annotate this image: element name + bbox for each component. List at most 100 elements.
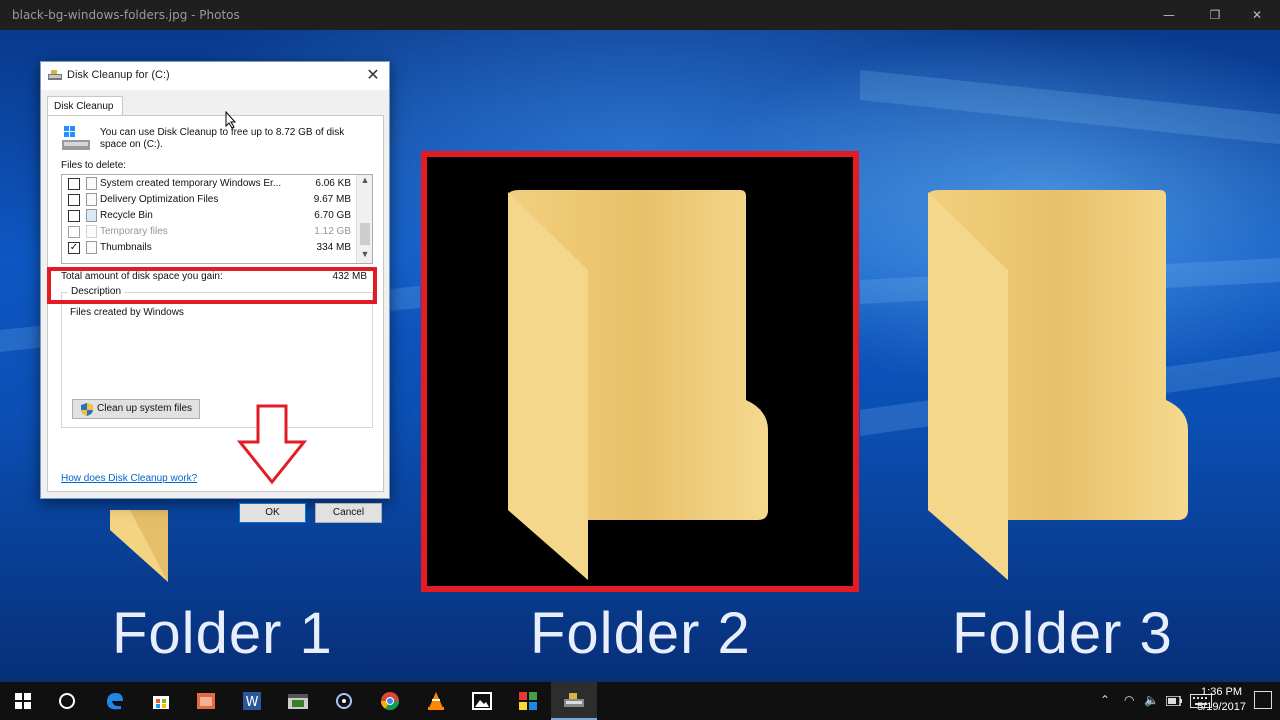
battery-icon[interactable] (1166, 696, 1182, 706)
drive-icon (62, 126, 90, 150)
description-text: Files created by Windows (70, 307, 184, 318)
list-item[interactable]: Recycle Bin 6.70 GB (62, 208, 357, 224)
volume-icon[interactable]: 🔈 (1144, 693, 1159, 707)
taskbar-store[interactable] (138, 682, 184, 720)
folder-3-label: Folder 3 (952, 601, 1173, 666)
file-size: 6.70 GB (314, 210, 351, 221)
mouse-cursor-icon (225, 111, 237, 129)
file-name: Temporary files (100, 226, 168, 237)
description-group: Description Files created by Windows Cle… (61, 286, 373, 428)
scroll-up-icon[interactable]: ▲ (357, 175, 372, 189)
folder-2-label: Folder 2 (530, 601, 751, 666)
recycle-bin-icon (86, 209, 97, 222)
folder-3-icon (928, 190, 1188, 580)
file-size: 6.06 KB (315, 178, 351, 189)
taskbar-edge[interactable] (92, 682, 138, 720)
cortana-button[interactable] (44, 682, 90, 720)
dialog-close-button[interactable]: ✕ (363, 66, 383, 86)
windows-start-icon (15, 693, 31, 709)
clock-time: 1:36 PM (1201, 686, 1243, 698)
close-button[interactable]: ✕ (1234, 0, 1280, 30)
file-name: System created temporary Windows Er... (100, 178, 282, 189)
file-icon (86, 177, 97, 190)
file-name: Recycle Bin (100, 210, 153, 221)
checkbox-checked[interactable]: ✓ (68, 242, 80, 254)
taskbar-network-app[interactable] (321, 682, 367, 720)
taskbar-photos[interactable] (459, 682, 505, 720)
maximize-button[interactable]: ❐ (1192, 0, 1238, 30)
tiles-app-icon (519, 692, 537, 710)
folder-1-label: Folder 1 (112, 601, 333, 666)
taskbar-calendar-app[interactable] (183, 682, 229, 720)
calendar-app-icon (197, 693, 215, 709)
file-size: 9.67 MB (313, 194, 351, 205)
shield-icon (81, 403, 93, 416)
scrollbar[interactable]: ▲ ▼ (356, 175, 372, 263)
down-arrow-icon (236, 404, 308, 485)
checkbox[interactable] (68, 194, 80, 206)
store-icon (153, 696, 169, 709)
close-icon: ✕ (1251, 8, 1263, 22)
list-item[interactable]: ✓ Thumbnails 334 MB (62, 240, 357, 256)
disk-cleanup-icon (564, 693, 584, 707)
cortana-icon (59, 693, 75, 709)
vlc-icon (428, 692, 444, 710)
chrome-icon (381, 692, 399, 711)
list-item[interactable]: Temporary files 1.12 GB (62, 224, 357, 240)
file-size: 334 MB (316, 242, 351, 253)
taskbar-video-editor[interactable] (275, 682, 321, 720)
file-icon (86, 193, 97, 206)
photos-icon (472, 692, 492, 710)
window-title: black-bg-windows-folders.jpg - Photos (12, 8, 240, 22)
show-hidden-icons-icon[interactable]: ⌃ (1100, 693, 1110, 707)
file-name: Thumbnails (100, 242, 152, 253)
word-icon: W (243, 692, 261, 710)
file-size: 1.12 GB (314, 226, 351, 237)
checkbox[interactable] (68, 226, 80, 238)
help-link[interactable]: How does Disk Cleanup work? (61, 473, 197, 484)
highlight-box-thumbnails (47, 267, 377, 304)
taskbar-disk-cleanup[interactable] (551, 682, 597, 720)
taskbar-vlc[interactable] (413, 682, 459, 720)
file-icon (86, 241, 97, 254)
files-list[interactable]: System created temporary Windows Er... 6… (61, 174, 373, 264)
start-button[interactable] (0, 682, 46, 720)
folder-2-icon (508, 190, 768, 580)
clean-up-system-files-button[interactable]: Clean up system files (72, 399, 200, 419)
cancel-button[interactable]: Cancel (315, 503, 382, 523)
minimize-button[interactable]: — (1146, 0, 1192, 30)
tab-disk-cleanup[interactable]: Disk Cleanup (47, 96, 123, 116)
taskbar-word[interactable]: W (229, 682, 275, 720)
clean-up-system-files-label: Clean up system files (97, 403, 193, 414)
taskbar-tiles-app[interactable] (505, 682, 551, 720)
disk-cleanup-icon (48, 70, 62, 80)
edge-icon (107, 693, 123, 710)
restore-icon: ❐ (1209, 8, 1221, 22)
file-icon (86, 225, 97, 238)
minimize-icon: — (1163, 8, 1175, 22)
intro-text: You can use Disk Cleanup to free up to 8… (100, 127, 345, 150)
system-clock[interactable]: 1:36 PM 5/19/2017 (1197, 685, 1246, 715)
scroll-down-icon[interactable]: ▼ (357, 249, 372, 263)
scroll-thumb[interactable] (360, 223, 370, 245)
network-app-icon (336, 693, 352, 709)
svg-text:W: W (246, 695, 259, 710)
dialog-title-bar: Disk Cleanup for (C:) ✕ (41, 62, 389, 90)
list-item[interactable]: Delivery Optimization Files 9.67 MB (62, 192, 357, 208)
ok-button[interactable]: OK (239, 503, 306, 523)
files-to-delete-label: Files to delete: (61, 160, 127, 171)
dialog-title: Disk Cleanup for (C:) (67, 69, 170, 81)
taskbar: W ⌃ ◠ 🔈 1:36 PM 5/19/2017 (0, 682, 1280, 720)
file-name: Delivery Optimization Files (100, 194, 219, 205)
photos-title-bar: black-bg-windows-folders.jpg - Photos — … (0, 0, 1280, 30)
close-icon: ✕ (366, 67, 380, 84)
video-editor-icon (288, 694, 308, 709)
action-center-icon[interactable] (1254, 691, 1272, 709)
checkbox[interactable] (68, 178, 80, 190)
clock-date: 5/19/2017 (1197, 701, 1246, 713)
wallpaper-beam (860, 70, 1280, 145)
list-item[interactable]: System created temporary Windows Er... 6… (62, 176, 357, 192)
taskbar-chrome[interactable] (367, 682, 413, 720)
wifi-icon[interactable]: ◠ (1124, 693, 1134, 707)
checkbox[interactable] (68, 210, 80, 222)
